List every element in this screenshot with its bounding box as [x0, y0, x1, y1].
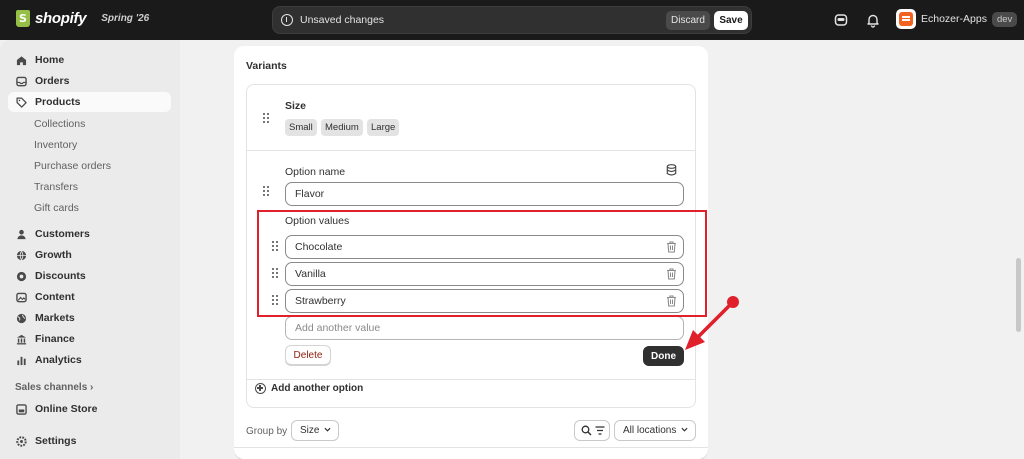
gear-badge-icon	[16, 271, 27, 281]
sidebar-item-label: Orders	[35, 75, 70, 87]
sidebar-item-label: Products	[35, 96, 81, 108]
sidebar-item-label: Finance	[35, 333, 75, 345]
chevron-down-icon	[324, 427, 331, 432]
image-icon	[16, 292, 27, 302]
sidebar-item-home[interactable]: Home	[8, 50, 171, 70]
sidebar-subitem-purchase-orders[interactable]: Purchase orders	[34, 160, 111, 172]
sidebar-item-customers[interactable]: Customers	[8, 224, 171, 244]
delete-option-button[interactable]: Delete	[285, 345, 331, 365]
sidebar-item-markets[interactable]: Markets	[8, 308, 171, 328]
option-value-chip: Large	[367, 119, 400, 136]
option-name-field[interactable]: Flavor	[285, 182, 684, 206]
page-scrollbar[interactable]	[1016, 258, 1021, 332]
sidebar-item-label: Online Store	[35, 403, 98, 415]
sidebar-item-label: Analytics	[35, 354, 82, 366]
sidebar-item-analytics[interactable]: Analytics	[8, 350, 171, 370]
sidebar-item-growth[interactable]: Growth	[8, 245, 171, 265]
group-by-select[interactable]: Size	[291, 420, 339, 441]
database-icon[interactable]	[666, 164, 677, 176]
store-avatar	[896, 9, 916, 29]
option-value-chip: Small	[285, 119, 317, 136]
search-filter-button[interactable]	[574, 420, 610, 441]
sidebar-item-finance[interactable]: Finance	[8, 329, 171, 349]
group-by-label: Group by	[246, 426, 288, 437]
chevron-down-icon	[681, 427, 688, 432]
top-bar: shopify Spring '26 Unsaved changes Disca…	[0, 0, 1024, 40]
annotation-highlight-box	[257, 210, 707, 317]
discard-button[interactable]: Discard	[666, 11, 710, 30]
option-name-label: Option name	[285, 166, 346, 178]
sidebar-subitem-transfers[interactable]: Transfers	[34, 181, 78, 193]
sidebar-subitem-inventory[interactable]: Inventory	[34, 139, 77, 151]
sidebar-item-discounts[interactable]: Discounts	[8, 266, 171, 286]
add-another-option-button[interactable]: Add another option	[255, 383, 363, 394]
edition-label: Spring '26	[101, 13, 150, 24]
group-by-value: Size	[300, 425, 320, 436]
search-icon	[581, 425, 592, 436]
sidebar-item-orders[interactable]: Orders	[8, 71, 171, 91]
gear-icon	[16, 435, 27, 447]
storefront-icon	[16, 403, 27, 415]
person-icon	[17, 229, 26, 239]
bar-chart-icon	[17, 356, 26, 365]
shopify-bag-icon	[16, 10, 30, 27]
sidebar-item-label: Settings	[35, 435, 77, 447]
sales-channels-section[interactable]: Sales channels ›	[15, 382, 93, 393]
drag-handle-icon[interactable]	[263, 186, 271, 197]
option-name-size[interactable]: Size	[285, 100, 306, 112]
tag-icon	[16, 96, 27, 108]
sidebar-subitem-collections[interactable]: Collections	[34, 118, 85, 130]
divider	[247, 150, 695, 151]
divider	[234, 447, 708, 448]
sidebar-item-label: Home	[35, 54, 65, 66]
sidebar-item-content[interactable]: Content	[8, 287, 171, 307]
sidebar-item-online-store[interactable]: Online Store	[8, 399, 171, 419]
sidebar-item-settings[interactable]: Settings	[8, 431, 171, 451]
bell-icon[interactable]	[865, 12, 881, 28]
drag-handle-icon[interactable]	[263, 113, 271, 124]
locations-select[interactable]: All locations	[614, 420, 696, 441]
info-icon	[281, 14, 293, 26]
filter-icon	[595, 426, 605, 435]
save-button[interactable]: Save	[714, 11, 748, 30]
sidebar-item-label: Growth	[35, 249, 72, 261]
locations-value: All locations	[623, 425, 677, 436]
store-menu[interactable]: Echozer-Apps dev	[896, 9, 1018, 29]
sidekick-icon[interactable]	[833, 12, 849, 28]
chevron-right-icon: ›	[90, 382, 94, 393]
home-icon	[16, 55, 27, 65]
globe-icon	[16, 250, 27, 261]
brand-name: shopify	[35, 10, 87, 27]
unsaved-changes-bar: Unsaved changes Discard Save	[272, 6, 752, 34]
sidebar-item-label: Markets	[35, 312, 75, 324]
variants-title: Variants	[246, 60, 287, 72]
store-name: Echozer-Apps	[921, 13, 987, 25]
done-button[interactable]: Done	[643, 346, 684, 366]
sidebar-item-label: Discounts	[35, 270, 86, 282]
sidebar-subitem-gift-cards[interactable]: Gift cards	[34, 202, 79, 214]
add-value-field[interactable]: Add another value	[285, 316, 684, 340]
inbox-icon	[16, 76, 27, 86]
bank-icon	[16, 334, 27, 344]
plus-circle-icon	[255, 383, 266, 394]
dev-badge: dev	[991, 11, 1018, 27]
unsaved-text: Unsaved changes	[300, 14, 385, 26]
shopify-logo[interactable]: shopify Spring '26	[16, 10, 149, 27]
sidebar-item-label: Content	[35, 291, 75, 303]
option-value-chip: Medium	[321, 119, 363, 136]
globe-icon	[16, 313, 27, 323]
divider	[247, 379, 695, 380]
sidebar-item-products[interactable]: Products	[8, 92, 171, 112]
sidebar-item-label: Customers	[35, 228, 90, 240]
add-option-label: Add another option	[271, 383, 364, 394]
sales-channels-label: Sales channels	[15, 382, 88, 393]
